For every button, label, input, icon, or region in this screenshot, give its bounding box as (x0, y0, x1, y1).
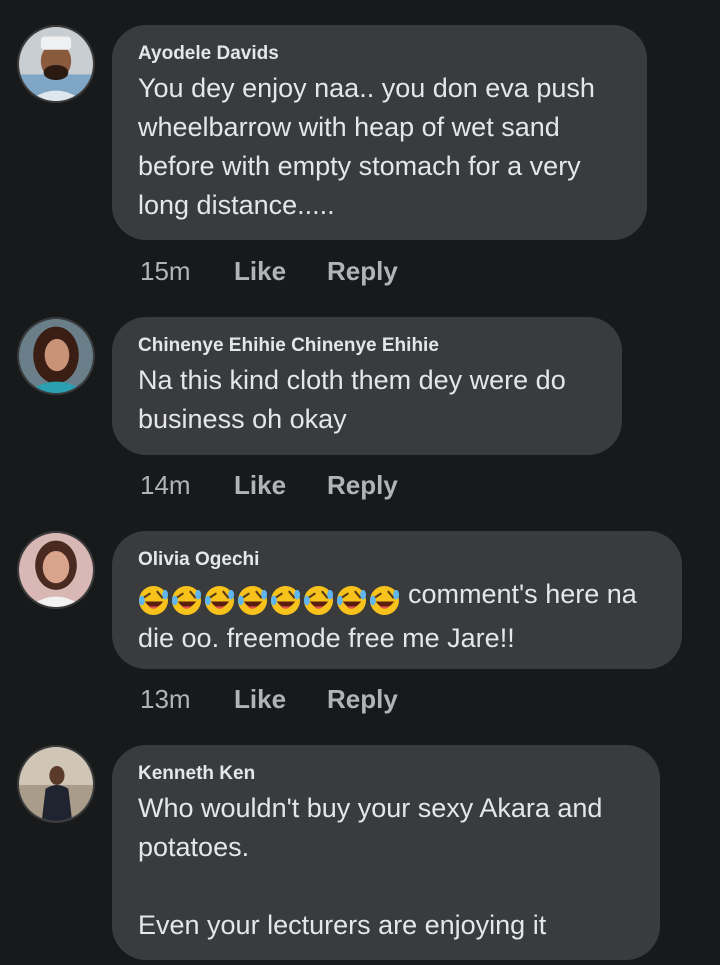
reply-button[interactable]: Reply (327, 684, 398, 715)
rolling-on-floor-laughing-icon (303, 585, 334, 616)
like-button[interactable]: Like (234, 470, 327, 501)
comment-author[interactable]: Olivia Ogechi (138, 547, 656, 573)
rolling-on-floor-laughing-icon (369, 585, 400, 616)
comment-bubble: Ayodele Davids You dey enjoy naa.. you d… (112, 25, 647, 240)
comment-author[interactable]: Kenneth Ken (138, 761, 634, 787)
avatar[interactable] (17, 531, 95, 609)
like-button[interactable]: Like (234, 256, 327, 287)
rolling-on-floor-laughing-icon (336, 585, 367, 616)
avatar-photo (19, 533, 93, 607)
like-button[interactable]: Like (234, 684, 327, 715)
comment-text: Who wouldn't buy your sexy Akara and pot… (138, 793, 603, 940)
reply-button[interactable]: Reply (327, 256, 398, 287)
comment-actions: 13m Like Reply (140, 684, 398, 715)
comment-text: You dey enjoy naa.. you don eva push whe… (138, 73, 595, 220)
avatar-photo (19, 319, 93, 393)
avatar-photo (19, 27, 93, 101)
comment-text: comment's here na die oo. freemode free … (138, 575, 656, 658)
comment-text: Na this kind cloth them dey were do busi… (138, 365, 566, 434)
comment-bubble: Kenneth Ken Who wouldn't buy your sexy A… (112, 745, 660, 960)
avatar[interactable] (17, 317, 95, 395)
comment-timestamp[interactable]: 15m (140, 256, 234, 287)
emoji-row (138, 580, 402, 619)
comment-bubble: Olivia Ogechi comment's here na die oo. … (112, 531, 682, 669)
reply-button[interactable]: Reply (327, 470, 398, 501)
rolling-on-floor-laughing-icon (270, 585, 301, 616)
comment-actions: 15m Like Reply (140, 256, 398, 287)
comment-author[interactable]: Chinenye Ehihie Chinenye Ehihie (138, 333, 596, 359)
rolling-on-floor-laughing-icon (237, 585, 268, 616)
comment-author[interactable]: Ayodele Davids (138, 41, 621, 67)
comment-bubble: Chinenye Ehihie Chinenye Ehihie Na this … (112, 317, 622, 455)
rolling-on-floor-laughing-icon (204, 585, 235, 616)
avatar[interactable] (17, 745, 95, 823)
comment-actions: 14m Like Reply (140, 470, 398, 501)
comment-timestamp[interactable]: 14m (140, 470, 234, 501)
avatar[interactable] (17, 25, 95, 103)
comment-timestamp[interactable]: 13m (140, 684, 234, 715)
rolling-on-floor-laughing-icon (171, 585, 202, 616)
avatar-photo (19, 747, 93, 821)
rolling-on-floor-laughing-icon (138, 585, 169, 616)
